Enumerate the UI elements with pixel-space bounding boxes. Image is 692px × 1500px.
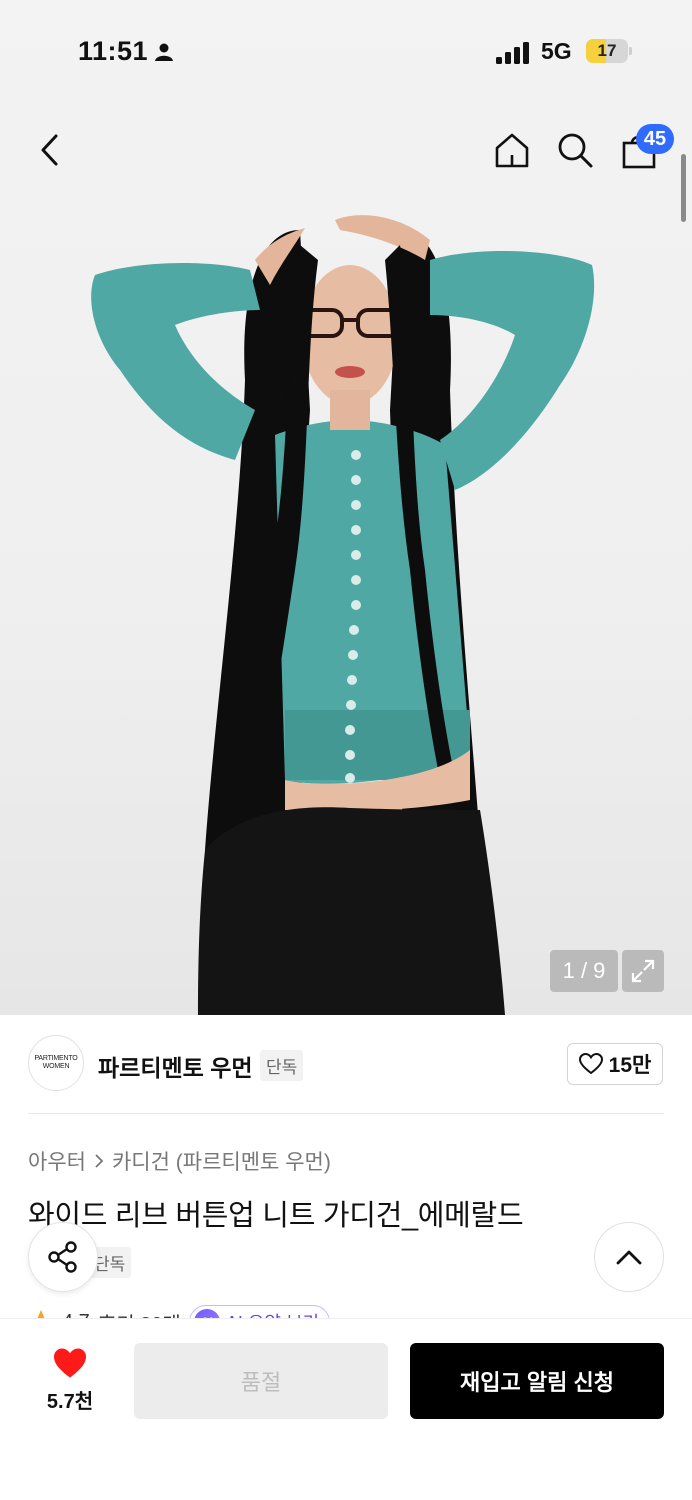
signal-icon: [496, 42, 529, 64]
cart-count-badge: 45: [636, 124, 674, 154]
expand-button[interactable]: [622, 950, 664, 992]
wishlist-count: 5.7천: [46, 1391, 94, 1413]
heart-outline-icon: [578, 1053, 603, 1075]
brand-like-count: 15만: [608, 1054, 652, 1077]
breadcrumb-subcategory[interactable]: 카디건 (파르티멘토 우먼): [112, 1146, 331, 1176]
search-button[interactable]: [553, 128, 597, 172]
heart-filled-icon: [54, 1348, 86, 1378]
share-icon: [48, 1241, 77, 1273]
network-label: 5G: [541, 38, 572, 64]
status-time: 11:51: [78, 36, 149, 66]
restock-alert-button[interactable]: 재입고 알림 신청: [410, 1343, 664, 1419]
brand-like-button[interactable]: 15만: [567, 1043, 663, 1085]
scrollbar[interactable]: [681, 154, 686, 222]
exclusive-badge: 단독: [260, 1050, 304, 1081]
back-button[interactable]: [28, 128, 72, 172]
battery-icon: 17: [586, 39, 632, 63]
share-button[interactable]: [28, 1222, 98, 1292]
breadcrumb-category[interactable]: 아우터: [28, 1146, 86, 1176]
person-icon: [155, 43, 173, 61]
battery-level: 17: [597, 41, 617, 60]
image-counter: 1 / 9: [550, 950, 618, 992]
brand-logo[interactable]: PARTIMENTO WOMEN: [28, 1035, 84, 1091]
divider: [28, 1113, 664, 1114]
product-photo[interactable]: [0, 150, 692, 1015]
chevron-right-icon: [95, 1154, 104, 1168]
home-icon: [495, 133, 529, 168]
product-title: 와이드 리브 버튼업 니트 가디건_에메랄드: [28, 1200, 524, 1232]
brand-logo-subtext: WOMEN: [42, 1063, 70, 1070]
expand-icon: [631, 959, 655, 983]
chevron-left-icon: [41, 134, 58, 166]
chevron-up-icon: [616, 1250, 642, 1265]
search-icon: [558, 133, 593, 168]
brand-row: PARTIMENTO WOMEN 파르티멘토 우먼 단독 15만: [0, 1015, 692, 1115]
home-button[interactable]: [490, 128, 534, 172]
bottom-action-bar: 5.7천 품절 재입고 알림 신청: [0, 1318, 692, 1500]
brand-logo-text: PARTIMENTO: [34, 1055, 78, 1062]
soldout-button[interactable]: 품절: [134, 1343, 388, 1419]
scroll-to-top-button[interactable]: [594, 1222, 664, 1292]
status-bar: 11:51 5G 17: [0, 34, 692, 70]
wishlist-button[interactable]: 5.7천: [30, 1347, 110, 1414]
brand-name[interactable]: 파르티멘토 우먼: [98, 1049, 253, 1083]
breadcrumb: 아우터 카디건 (파르티멘토 우먼): [28, 1146, 331, 1176]
